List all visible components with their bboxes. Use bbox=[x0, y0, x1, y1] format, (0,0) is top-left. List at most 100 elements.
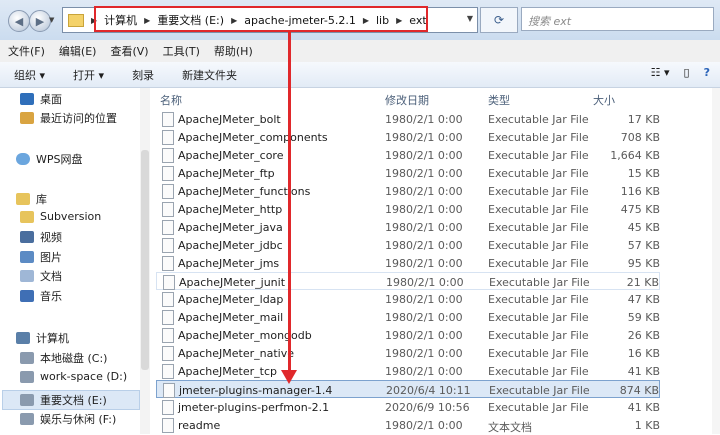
menu-bar: 文件(F) 编辑(E) 查看(V) 工具(T) 帮助(H) bbox=[0, 40, 720, 62]
back-button[interactable]: ◀ bbox=[8, 10, 30, 32]
file-size: 45 KB bbox=[627, 221, 660, 234]
file-row[interactable]: ApacheJMeter_jms 1980/2/1 0:00 Executable … bbox=[156, 254, 660, 272]
organize-button[interactable]: 组织 ▾ bbox=[14, 67, 45, 83]
file-size: 47 KB bbox=[627, 293, 660, 306]
history-dropdown-icon[interactable]: ▼ bbox=[49, 16, 54, 24]
file-name: ApacheJMeter_java bbox=[178, 221, 283, 234]
file-row[interactable]: ApacheJMeter_http 1980/2/1 0:00 Executable… bbox=[156, 200, 660, 218]
sidebar-item-pictures[interactable]: 图片 bbox=[20, 249, 62, 265]
file-row[interactable]: ApacheJMeter_java 1980/2/1 0:00 Executable… bbox=[156, 218, 660, 236]
sidebar-item-label: 最近访问的位置 bbox=[40, 112, 117, 125]
drive-icon bbox=[20, 352, 34, 364]
sidebar-item-label: 音乐 bbox=[40, 290, 62, 303]
column-header-name[interactable]: 名称 bbox=[160, 92, 182, 108]
title-bar: ◀ ▶ ▼ ▶ 计算机 ▶ 重要文档 (E:) ▶ apache-jmeter-… bbox=[0, 0, 720, 40]
file-type: Executable Jar File bbox=[488, 311, 589, 324]
file-size: 59 KB bbox=[627, 311, 660, 324]
sidebar-item-label: Subversion bbox=[40, 210, 102, 223]
file-name: jmeter-plugins-manager-1.4 bbox=[179, 384, 333, 397]
menu-help[interactable]: 帮助(H) bbox=[214, 43, 253, 59]
sidebar-item-label: 库 bbox=[36, 193, 47, 206]
new-folder-button[interactable]: 新建文件夹 bbox=[182, 67, 237, 83]
chevron-right-icon[interactable]: ▶ bbox=[144, 16, 150, 25]
chevron-right-icon[interactable]: ▶ bbox=[231, 16, 237, 25]
file-name: ApacheJMeter_http bbox=[178, 203, 283, 216]
sidebar-item-desktop[interactable]: 桌面 bbox=[20, 91, 62, 107]
file-row[interactable]: jmeter-plugins-perfmon-2.1 2020/6/9 10:56… bbox=[156, 398, 660, 416]
breadcrumb-drive-e[interactable]: 重要文档 (E:) bbox=[157, 12, 224, 28]
sidebar-item-drive-e[interactable]: 重要文档 (E:) bbox=[20, 392, 107, 408]
address-bar[interactable]: ▶ 计算机 ▶ 重要文档 (E:) ▶ apache-jmeter-5.2.1 … bbox=[62, 7, 478, 33]
cloud-icon bbox=[16, 153, 30, 165]
chevron-right-icon[interactable]: ▶ bbox=[91, 16, 97, 25]
file-date: 1980/2/1 0:00 bbox=[385, 131, 463, 144]
pictures-icon bbox=[20, 251, 34, 263]
breadcrumb-ext[interactable]: ext bbox=[409, 14, 426, 27]
open-button[interactable]: 打开 ▾ bbox=[73, 67, 104, 83]
sidebar-item-library[interactable]: 库 bbox=[16, 191, 47, 207]
breadcrumb-lib[interactable]: lib bbox=[376, 14, 389, 27]
breadcrumb-computer[interactable]: 计算机 bbox=[104, 12, 137, 28]
file-name: jmeter-plugins-perfmon-2.1 bbox=[178, 401, 330, 414]
file-row[interactable]: ApacheJMeter_tcp 1980/2/1 0:00 Executable … bbox=[156, 362, 660, 380]
file-icon bbox=[162, 130, 174, 145]
file-icon bbox=[162, 256, 174, 271]
search-input[interactable]: 搜索 ext bbox=[521, 7, 714, 31]
file-type: Executable Jar File bbox=[489, 276, 590, 289]
file-row[interactable]: ApacheJMeter_functions 1980/2/1 0:00 Execu… bbox=[156, 182, 660, 200]
drive-icon bbox=[20, 413, 34, 425]
file-row[interactable]: ApacheJMeter_native 1980/2/1 0:00 Executab… bbox=[156, 344, 660, 362]
sidebar-item-drive-c[interactable]: 本地磁盘 (C:) bbox=[20, 350, 107, 366]
sidebar-item-wps[interactable]: WPS网盘 bbox=[16, 151, 83, 167]
column-header-type[interactable]: 类型 bbox=[488, 92, 510, 108]
chevron-down-icon[interactable]: ▼ bbox=[467, 14, 473, 23]
view-options-icon[interactable]: ☷ ▾ bbox=[651, 66, 670, 79]
file-row[interactable]: ApacheJMeter_ldap 1980/2/1 0:00 Executable… bbox=[156, 290, 660, 308]
sidebar-item-subversion[interactable]: Subversion bbox=[20, 210, 101, 223]
sidebar-item-computer[interactable]: 计算机 bbox=[16, 330, 69, 346]
file-size: 708 KB bbox=[620, 131, 660, 144]
preview-pane-icon[interactable]: ▯ bbox=[684, 66, 690, 79]
drive-icon bbox=[20, 370, 34, 383]
column-header-size[interactable]: 大小 bbox=[593, 92, 615, 108]
file-row[interactable]: ApacheJMeter_core 1980/2/1 0:00 Executable… bbox=[156, 146, 660, 164]
file-row[interactable]: ApacheJMeter_ftp 1980/2/1 0:00 Executable … bbox=[156, 164, 660, 182]
file-icon bbox=[162, 220, 174, 235]
file-row[interactable]: readme 1980/2/1 0:00 文本文档 1 KB bbox=[156, 416, 660, 434]
sidebar-item-recent[interactable]: 最近访问的位置 bbox=[20, 110, 117, 126]
sidebar-scrollbar-thumb[interactable] bbox=[141, 150, 149, 370]
file-type: Executable Jar File bbox=[488, 239, 589, 252]
file-row[interactable]: ApacheJMeter_mongodb 1980/2/1 0:00 Executa… bbox=[156, 326, 660, 344]
file-size: 15 KB bbox=[627, 167, 660, 180]
file-type: Executable Jar File bbox=[488, 347, 589, 360]
file-date: 1980/2/1 0:00 bbox=[385, 311, 463, 324]
file-icon bbox=[162, 148, 174, 163]
file-row[interactable]: ApacheJMeter_bolt 1980/2/1 0:00 Executable… bbox=[156, 110, 660, 128]
file-row[interactable]: jmeter-plugins-manager-1.4 2020/6/4 10:11… bbox=[156, 380, 660, 398]
chevron-right-icon[interactable]: ▶ bbox=[396, 16, 402, 25]
file-date: 2020/6/9 10:56 bbox=[385, 401, 470, 414]
menu-file[interactable]: 文件(F) bbox=[8, 43, 45, 59]
sidebar-item-music[interactable]: 音乐 bbox=[20, 288, 62, 304]
file-list-scrollbar[interactable] bbox=[712, 88, 720, 434]
menu-edit[interactable]: 编辑(E) bbox=[59, 43, 97, 59]
sidebar-item-drive-f[interactable]: 娱乐与休闲 (F:) bbox=[20, 411, 116, 427]
sidebar-item-label: 图片 bbox=[40, 251, 62, 264]
menu-tools[interactable]: 工具(T) bbox=[163, 43, 200, 59]
column-header-date[interactable]: 修改日期 bbox=[385, 92, 429, 108]
sidebar-item-documents[interactable]: 文档 bbox=[20, 268, 62, 284]
burn-button[interactable]: 刻录 bbox=[132, 67, 154, 83]
sidebar-item-drive-d[interactable]: work-space (D:) bbox=[20, 370, 127, 383]
file-date: 1980/2/1 0:00 bbox=[385, 365, 463, 378]
file-row[interactable]: ApacheJMeter_components 1980/2/1 0:00 Exec… bbox=[156, 128, 660, 146]
forward-button[interactable]: ▶ bbox=[29, 10, 51, 32]
chevron-right-icon[interactable]: ▶ bbox=[363, 16, 369, 25]
sidebar-item-video[interactable]: 视频 bbox=[20, 229, 62, 245]
file-row[interactable]: ApacheJMeter_mail 1980/2/1 0:00 Executable… bbox=[156, 308, 660, 326]
file-row[interactable]: ApacheJMeter_junit 1980/2/1 0:00 Executabl… bbox=[156, 272, 660, 290]
refresh-button[interactable]: ⟳ bbox=[480, 7, 518, 33]
menu-view[interactable]: 查看(V) bbox=[110, 43, 148, 59]
breadcrumb-jmeter[interactable]: apache-jmeter-5.2.1 bbox=[244, 14, 356, 27]
file-row[interactable]: ApacheJMeter_jdbc 1980/2/1 0:00 Executable… bbox=[156, 236, 660, 254]
help-icon[interactable]: ? bbox=[704, 66, 710, 79]
